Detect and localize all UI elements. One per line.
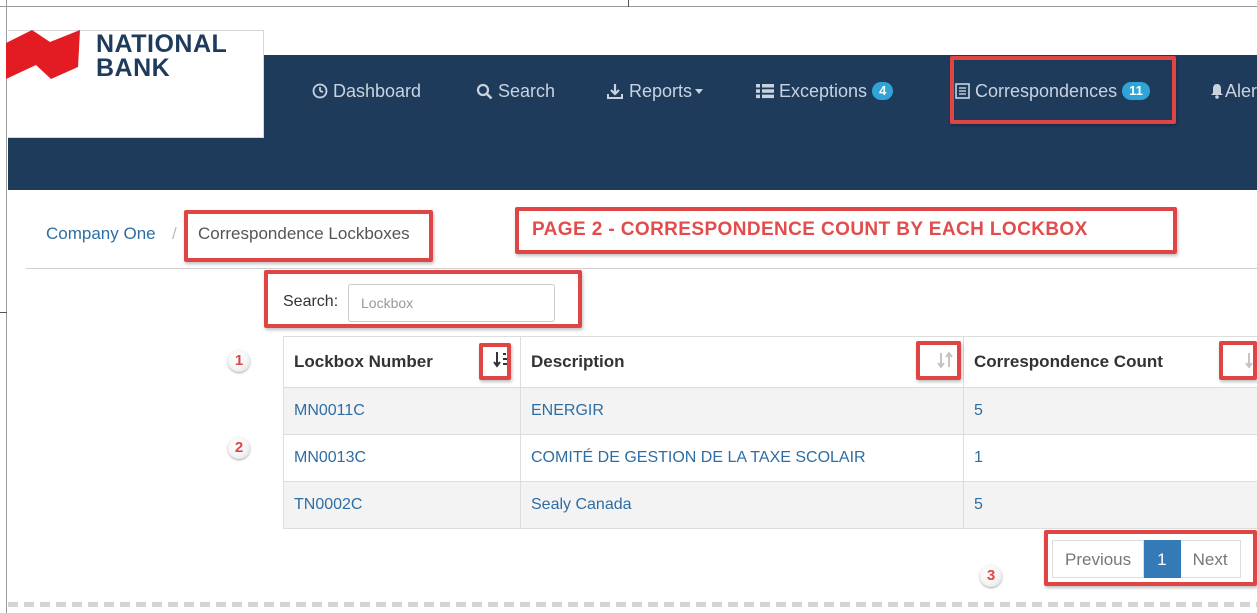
annotation-marker-2: 2 [228,437,250,459]
nav-exceptions-label: Exceptions [779,81,868,101]
dashed-divider [8,602,1257,607]
nav-alerts-label: Aler [1225,81,1257,101]
sort-both-icon[interactable] [1243,350,1257,370]
pagination: Previous 1 Next [1052,540,1241,578]
nav-search[interactable]: Search [476,79,555,103]
nav-correspondences-label: Correspondences [975,81,1118,101]
frame-left-border [6,0,7,613]
annotation-marker-1: 1 [228,350,250,372]
nav-correspondences[interactable]: Correspondences 11 [955,79,1150,103]
correspondence-count-link[interactable]: 1 [963,434,1257,482]
lockbox-table: Lockbox Number Description Correspondenc… [283,336,1257,529]
frame-tick [628,0,629,7]
search-label: Search: [283,293,339,310]
brand-name: NATIONAL BANK [96,30,228,82]
column-header-label: Correspondence Count [974,352,1163,371]
sort-both-icon[interactable] [935,350,955,370]
table-row: TN0002C Sealy Canada 5 [283,481,1257,529]
lockbox-number-link[interactable]: MN0011C [283,387,521,435]
annotation-page-title: PAGE 2 - CORRESPONDENCE COUNT BY EACH LO… [532,219,1088,240]
dashboard-icon [312,83,328,99]
national-bank-logo-icon [6,30,80,79]
search-icon [476,83,493,99]
sort-ascending-icon[interactable] [492,350,512,370]
correspondences-count-badge: 11 [1122,82,1150,100]
bell-icon [1211,84,1223,99]
column-header-label: Description [531,352,625,371]
lockbox-number-link[interactable]: TN0002C [283,481,521,529]
lockbox-number-link[interactable]: MN0013C [283,434,521,482]
pagination-next-button[interactable]: Next [1180,540,1241,578]
table-header-row: Lockbox Number Description Correspondenc… [283,336,1257,388]
correspondence-count-link[interactable]: 5 [963,481,1257,529]
column-header-label: Lockbox Number [294,352,433,371]
nav-dashboard-label: Dashboard [333,81,422,101]
search-input[interactable] [348,284,555,322]
brand-line-1: NATIONAL [96,30,228,58]
pagination-previous-button[interactable]: Previous [1052,540,1145,578]
description-link[interactable]: COMITÉ DE GESTION DE LA TAXE SCOLAIR [520,434,964,482]
description-link[interactable]: Sealy Canada [520,481,964,529]
brand-line-2: BANK [96,54,171,82]
breadcrumb-company-link[interactable]: Company One [46,222,156,246]
nav-search-label: Search [498,81,556,101]
document-icon [955,83,970,99]
exceptions-count-badge: 4 [872,82,894,100]
annotation-marker-3: 3 [980,565,1002,587]
nav-reports[interactable]: Reports [606,79,704,103]
breadcrumb-current: Correspondence Lockboxes [198,224,410,243]
nav-dashboard[interactable]: Dashboard [312,79,421,103]
divider [26,268,1257,269]
table-row: MN0013C COMITÉ DE GESTION DE LA TAXE SCO… [283,434,1257,482]
correspondence-count-link[interactable]: 5 [963,387,1257,435]
table-row: MN0011C ENERGIR 5 [283,387,1257,435]
breadcrumb-separator: / [172,224,177,243]
description-link[interactable]: ENERGIR [520,387,964,435]
frame-tick [0,312,7,313]
column-header-description[interactable]: Description [520,336,964,388]
pagination-page-button[interactable]: 1 [1144,540,1181,578]
nav-exceptions[interactable]: Exceptions 4 [756,79,894,103]
chevron-down-icon [695,88,704,94]
list-icon [756,84,774,99]
nav-reports-label: Reports [629,81,693,101]
download-icon [607,84,623,99]
column-header-correspondence-count[interactable]: Correspondence Count [963,336,1257,388]
nav-alerts[interactable]: Aler [1210,79,1257,103]
column-header-lockbox-number[interactable]: Lockbox Number [283,336,521,388]
